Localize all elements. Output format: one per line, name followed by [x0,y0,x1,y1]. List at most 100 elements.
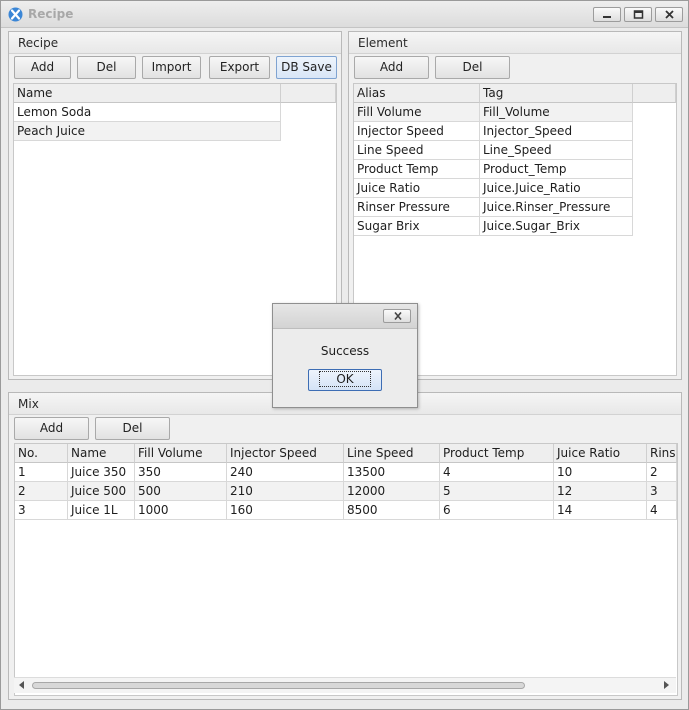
element-cell-tag[interactable]: Juice.Sugar_Brix [480,217,633,236]
mix-cell[interactable]: 1 [15,463,68,482]
recipe-panel-header: Recipe [9,32,341,54]
mix-cell[interactable]: 160 [227,501,344,520]
table-row[interactable]: Product Temp Product_Temp [354,160,633,179]
mix-grid-header: No. Name Fill Volume Injector Speed Line Spe… [15,444,677,463]
element-cell-alias[interactable]: Line Speed [354,141,480,160]
mix-cell[interactable]: 5 [440,482,554,501]
mix-cell[interactable]: 6 [440,501,554,520]
mix-cell[interactable]: Juice 350 [68,463,135,482]
dialog-ok-button[interactable]: OK [308,369,382,391]
mix-cell[interactable]: 4 [647,501,677,520]
mix-column-header[interactable]: Rinser [647,444,677,463]
recipe-grid-header: Name [14,84,336,103]
element-cell-alias[interactable]: Product Temp [354,160,480,179]
recipe-import-button[interactable]: Import [142,56,201,79]
mix-cell[interactable]: 12000 [344,482,440,501]
mix-cell[interactable]: 3 [647,482,677,501]
maximize-icon [633,10,644,19]
element-panel-header: Element [349,32,681,54]
table-row[interactable]: 2 Juice 500 500 210 12000 5 12 3 [15,482,677,501]
dialog-title-bar[interactable] [273,304,417,329]
table-row[interactable]: Juice Ratio Juice.Juice_Ratio [354,179,633,198]
mix-cell[interactable]: 4 [440,463,554,482]
app-logo-icon [8,7,23,22]
element-add-button[interactable]: Add [354,56,429,79]
mix-cell[interactable]: 1000 [135,501,227,520]
mix-grid[interactable]: No. Name Fill Volume Injector Speed Line Spe… [14,443,678,696]
mix-column-header[interactable]: Product Temp [440,444,554,463]
element-cell-alias[interactable]: Injector Speed [354,122,480,141]
element-cell-alias[interactable]: Rinser Pressure [354,198,480,217]
element-cell-alias[interactable]: Juice Ratio [354,179,480,198]
recipe-window: Recipe Recipe Add Del Import Export DB S… [0,0,689,710]
scroll-right-arrow-icon[interactable] [664,681,669,689]
table-row[interactable]: Sugar Brix Juice.Sugar_Brix [354,217,633,236]
dialog-ok-label: OK [319,371,371,387]
table-row[interactable]: Lemon Soda [14,103,281,122]
mix-panel: Mix Add Del No. Name Fill Volume Injector S… [8,392,682,700]
minimize-icon [603,16,611,18]
element-cell-alias[interactable]: Sugar Brix [354,217,480,236]
mix-cell[interactable]: 2 [15,482,68,501]
mix-column-header[interactable]: Fill Volume [135,444,227,463]
element-cell-tag[interactable]: Product_Temp [480,160,633,179]
close-button[interactable] [655,7,683,22]
mix-scrollbar-thumb[interactable] [32,682,525,689]
mix-cell[interactable]: 210 [227,482,344,501]
dialog-close-button[interactable] [383,309,411,323]
mix-panel-title: Mix [18,397,39,411]
mix-cell[interactable]: Juice 1L [68,501,135,520]
mix-column-header[interactable]: Injector Speed [227,444,344,463]
maximize-button[interactable] [624,7,652,22]
recipe-export-button[interactable]: Export [209,56,270,79]
recipe-cell-name[interactable]: Lemon Soda [14,103,281,122]
table-row[interactable]: Injector Speed Injector_Speed [354,122,633,141]
table-row[interactable]: 3 Juice 1L 1000 160 8500 6 14 4 [15,501,677,520]
close-icon [394,312,402,320]
element-cell-alias[interactable]: Fill Volume [354,103,480,122]
mix-column-header[interactable]: Juice Ratio [554,444,647,463]
mix-cell[interactable]: 13500 [344,463,440,482]
mix-cell[interactable]: 2 [647,463,677,482]
mix-cell[interactable]: 8500 [344,501,440,520]
mix-cell[interactable]: Juice 500 [68,482,135,501]
element-cell-tag[interactable]: Fill_Volume [480,103,633,122]
table-row[interactable]: Line Speed Line_Speed [354,141,633,160]
title-bar[interactable]: Recipe [1,1,688,28]
mix-cell[interactable]: 240 [227,463,344,482]
element-del-button[interactable]: Del [435,56,510,79]
recipe-add-button[interactable]: Add [14,56,71,79]
mix-add-button[interactable]: Add [14,417,89,440]
recipe-panel-title: Recipe [18,36,59,50]
table-row[interactable]: 1 Juice 350 350 240 13500 4 10 2 [15,463,677,482]
element-column-header-alias[interactable]: Alias [354,84,480,103]
mix-cell[interactable]: 10 [554,463,647,482]
close-icon [665,10,674,19]
element-cell-tag[interactable]: Line_Speed [480,141,633,160]
recipe-db-save-button[interactable]: DB Save [276,56,337,79]
mix-cell[interactable]: 350 [135,463,227,482]
mix-cell[interactable]: 500 [135,482,227,501]
minimize-button[interactable] [593,7,621,22]
table-row[interactable]: Fill Volume Fill_Volume [354,103,633,122]
mix-column-header[interactable]: No. [15,444,68,463]
recipe-column-header-name[interactable]: Name [14,84,281,103]
mix-column-header[interactable]: Line Speed [344,444,440,463]
mix-cell[interactable]: 3 [15,501,68,520]
table-row[interactable]: Rinser Pressure Juice.Rinser_Pressure [354,198,633,217]
mix-cell[interactable]: 14 [554,501,647,520]
element-cell-tag[interactable]: Juice.Rinser_Pressure [480,198,633,217]
mix-horizontal-scrollbar[interactable] [14,677,676,693]
mix-cell[interactable]: 12 [554,482,647,501]
table-row[interactable]: Peach Juice [14,122,281,141]
element-panel-title: Element [358,36,408,50]
element-column-header-filler [633,84,676,103]
element-column-header-tag[interactable]: Tag [480,84,633,103]
mix-del-button[interactable]: Del [95,417,170,440]
element-cell-tag[interactable]: Juice.Juice_Ratio [480,179,633,198]
mix-column-header[interactable]: Name [68,444,135,463]
scroll-left-arrow-icon[interactable] [19,681,24,689]
element-cell-tag[interactable]: Injector_Speed [480,122,633,141]
recipe-cell-name[interactable]: Peach Juice [14,122,281,141]
recipe-del-button[interactable]: Del [77,56,136,79]
